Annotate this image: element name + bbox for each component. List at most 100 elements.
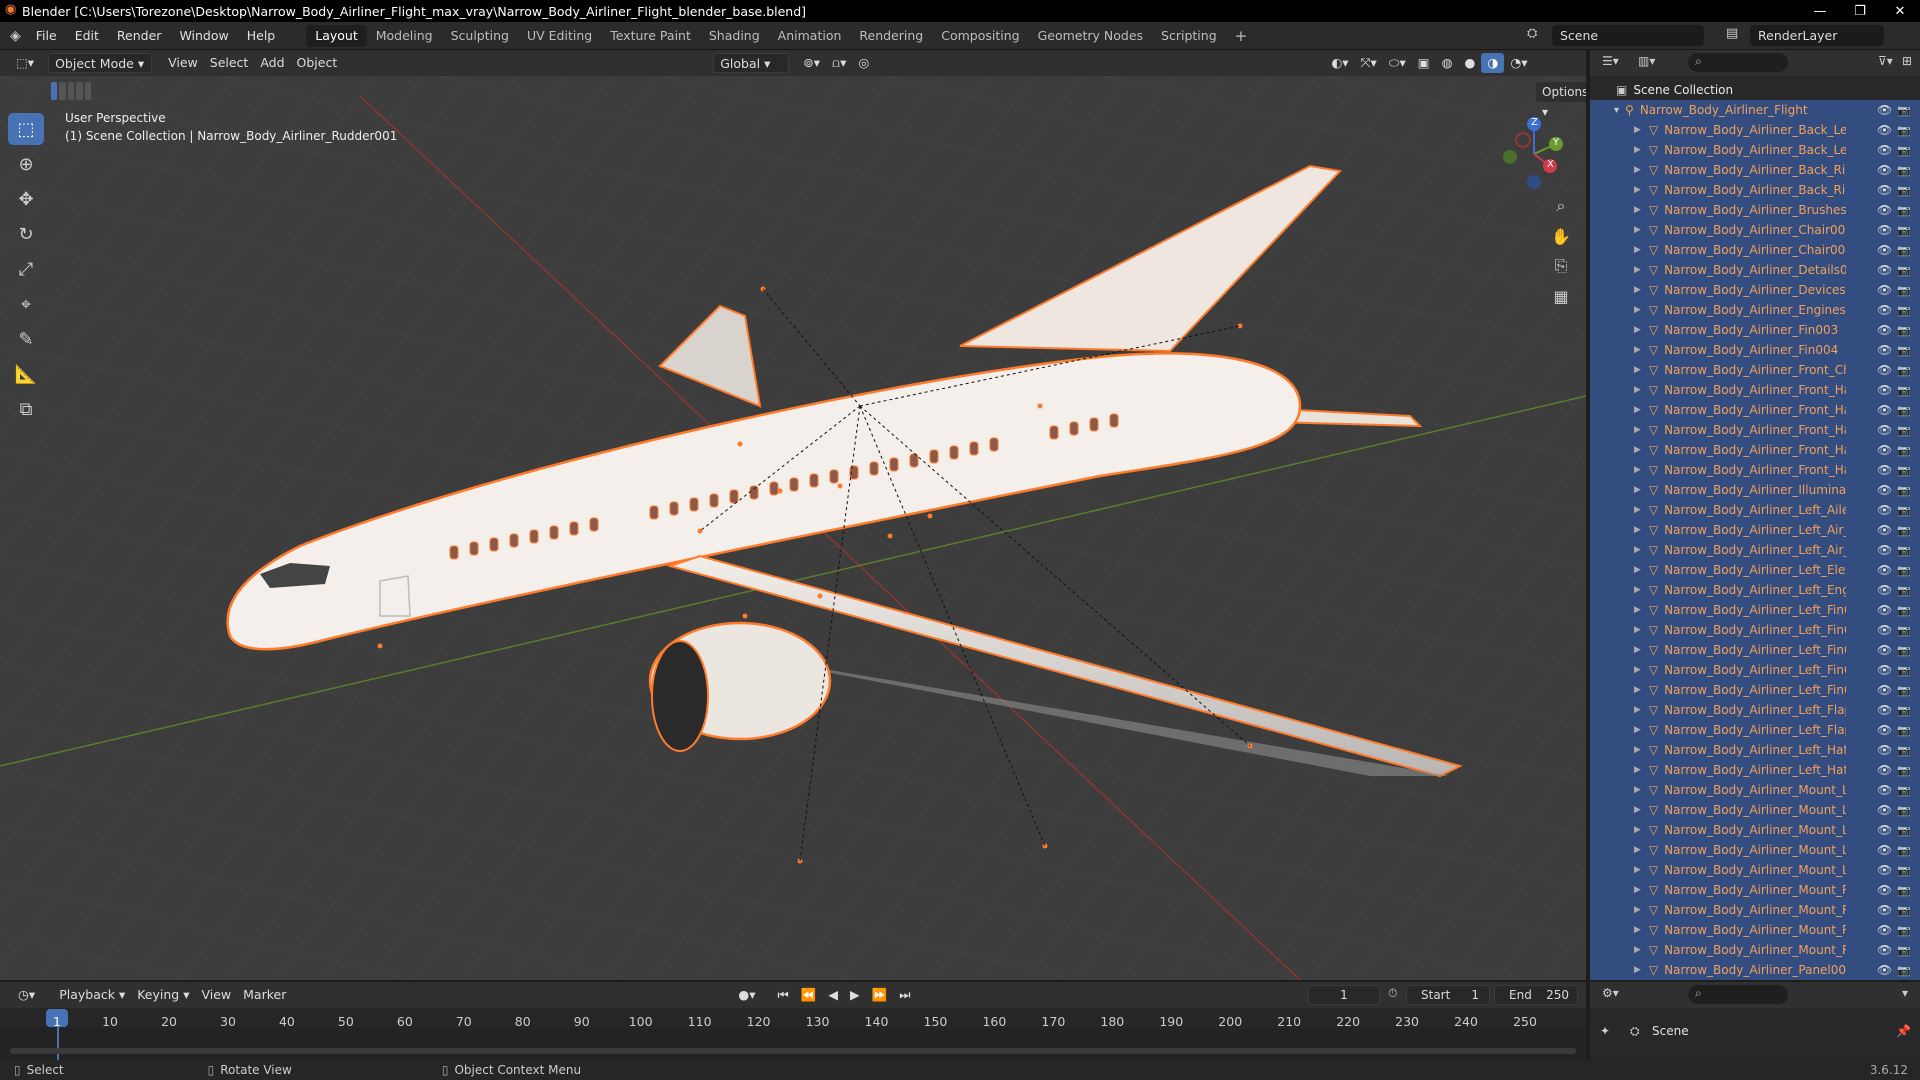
- menu-marker[interactable]: Marker: [237, 985, 292, 1005]
- menu-help[interactable]: Help: [238, 28, 285, 43]
- menu-add[interactable]: Add: [254, 53, 290, 73]
- expand-icon[interactable]: ▶: [1634, 425, 1641, 435]
- outliner-item[interactable]: ▶ ▽ Narrow_Body_Airliner_Left_Hatch0(👁 📷: [1590, 740, 1920, 760]
- select-invert-icon[interactable]: [76, 82, 83, 100]
- eye-icon[interactable]: 👁: [1877, 643, 1892, 657]
- expand-icon[interactable]: ▶: [1634, 865, 1641, 875]
- render-camera-icon[interactable]: 📷: [1897, 964, 1911, 977]
- menu-object[interactable]: Object: [291, 53, 344, 73]
- outliner-item[interactable]: ▶ ▽ Narrow_Body_Airliner_Front_Hatch(👁 📷: [1590, 400, 1920, 420]
- eye-icon[interactable]: 👁: [1877, 563, 1892, 577]
- next-keyframe-icon[interactable]: ⏩: [866, 985, 894, 1005]
- outliner-item[interactable]: ▶ ▽ Narrow_Body_Airliner_Front_Chassi 👁 📷: [1590, 360, 1920, 380]
- expand-icon[interactable]: ▶: [1634, 345, 1641, 355]
- eye-icon[interactable]: 👁: [1877, 163, 1892, 177]
- outliner-item[interactable]: ▶ ▽ Narrow_Body_Airliner_Fin003 👁 📷: [1590, 320, 1920, 340]
- outliner-item[interactable]: ▶ ▽ Narrow_Body_Airliner_Left_Air_Brak 👁 📷: [1590, 540, 1920, 560]
- render-camera-icon[interactable]: 📷: [1897, 604, 1911, 617]
- gizmo-icon[interactable]: ⤧▾: [1355, 53, 1383, 73]
- expand-icon[interactable]: ▶: [1634, 545, 1641, 555]
- render-camera-icon[interactable]: 📷: [1897, 224, 1911, 237]
- render-camera-icon[interactable]: 📷: [1897, 144, 1911, 157]
- stopwatch-icon[interactable]: ⏱: [1388, 986, 1397, 1001]
- expand-icon[interactable]: ▶: [1634, 805, 1641, 815]
- eye-icon[interactable]: 👁: [1877, 283, 1892, 297]
- eye-icon[interactable]: 👁: [1877, 443, 1892, 457]
- outliner[interactable]: ▣ Scene Collection ▾ ⚲ Narrow_Body_Airli…: [1590, 76, 1920, 980]
- render-camera-icon[interactable]: 📷: [1897, 464, 1911, 477]
- rotate-tool-icon[interactable]: ↻: [8, 218, 44, 250]
- outliner-item[interactable]: ▶ ▽ Narrow_Body_Airliner_Details001 👁 📷: [1590, 260, 1920, 280]
- timeline-scrollbar[interactable]: [10, 1048, 1576, 1054]
- render-camera-icon[interactable]: 📷: [1897, 804, 1911, 817]
- render-camera-icon[interactable]: 📷: [1897, 364, 1911, 377]
- menu-file[interactable]: File: [27, 28, 66, 43]
- orientation-dropdown[interactable]: Global ▾: [713, 53, 790, 73]
- eye-icon[interactable]: 👁: [1877, 683, 1892, 697]
- expand-icon[interactable]: ▶: [1634, 645, 1641, 655]
- proportional-edit-icon[interactable]: ◎: [852, 53, 875, 73]
- outliner-item[interactable]: ▶ ▽ Narrow_Body_Airliner_Left_Flaps00 👁 📷: [1590, 700, 1920, 720]
- expand-icon[interactable]: ▶: [1634, 245, 1641, 255]
- view-layer-field[interactable]: RenderLayer: [1750, 25, 1884, 46]
- zoom-icon[interactable]: ⌕: [1547, 192, 1575, 220]
- expand-icon[interactable]: ▶: [1634, 925, 1641, 935]
- menu-keying[interactable]: Keying ▾: [131, 985, 195, 1005]
- expand-icon[interactable]: ▶: [1634, 505, 1641, 515]
- render-camera-icon[interactable]: 📷: [1897, 444, 1911, 457]
- tab-rendering[interactable]: Rendering: [850, 25, 932, 47]
- visibility-icon[interactable]: ◐▾: [1325, 53, 1354, 73]
- render-camera-icon[interactable]: 📷: [1897, 784, 1911, 797]
- outliner-item[interactable]: ▶ ▽ Narrow_Body_Airliner_Devices001 👁 📷: [1590, 280, 1920, 300]
- menu-playback[interactable]: Playback ▾: [53, 985, 131, 1005]
- eye-icon[interactable]: 👁: [1877, 123, 1892, 137]
- select-extend-icon[interactable]: [59, 82, 66, 100]
- expand-icon[interactable]: ▶: [1634, 565, 1641, 575]
- render-camera-icon[interactable]: 📷: [1897, 744, 1911, 757]
- outliner-item[interactable]: ▶ ▽ Narrow_Body_Airliner_Chair004 👁 📷: [1590, 240, 1920, 260]
- render-camera-icon[interactable]: 📷: [1897, 864, 1911, 877]
- expand-icon[interactable]: ▶: [1634, 165, 1641, 175]
- eye-icon[interactable]: 👁: [1877, 223, 1892, 237]
- expand-icon[interactable]: ▶: [1634, 405, 1641, 415]
- eye-icon[interactable]: 👁: [1877, 203, 1892, 217]
- render-camera-icon[interactable]: 📷: [1897, 564, 1911, 577]
- solid-shading-icon[interactable]: ●: [1458, 53, 1481, 73]
- menu-edit[interactable]: Edit: [66, 28, 108, 43]
- eye-icon[interactable]: 👁: [1877, 103, 1892, 117]
- outliner-item[interactable]: ▶ ▽ Narrow_Body_Airliner_Back_Right_(👁 📷: [1590, 160, 1920, 180]
- expand-icon[interactable]: ▶: [1634, 905, 1641, 915]
- expand-icon[interactable]: ▶: [1634, 965, 1641, 975]
- tab-layout[interactable]: Layout: [306, 24, 367, 47]
- render-camera-icon[interactable]: 📷: [1897, 584, 1911, 597]
- render-camera-icon[interactable]: 📷: [1897, 184, 1911, 197]
- expand-icon[interactable]: ▶: [1634, 705, 1641, 715]
- restore-icon[interactable]: ❐: [1840, 0, 1880, 22]
- add-workspace-icon[interactable]: +: [1226, 25, 1257, 47]
- eye-icon[interactable]: 👁: [1877, 883, 1892, 897]
- eye-icon[interactable]: 👁: [1877, 943, 1892, 957]
- outliner-search-input[interactable]: ⌕: [1688, 53, 1788, 72]
- measure-tool-icon[interactable]: 📐: [8, 358, 44, 390]
- play-reverse-icon[interactable]: ◀: [822, 985, 844, 1005]
- transform-tool-icon[interactable]: ⌖: [8, 288, 44, 320]
- render-camera-icon[interactable]: 📷: [1897, 684, 1911, 697]
- render-camera-icon[interactable]: 📷: [1897, 484, 1911, 497]
- outliner-item[interactable]: ▶ ▽ Narrow_Body_Airliner_Back_Left_Cl 👁 📷: [1590, 120, 1920, 140]
- tab-scripting[interactable]: Scripting: [1152, 25, 1226, 47]
- eye-icon[interactable]: 👁: [1877, 803, 1892, 817]
- render-camera-icon[interactable]: 📷: [1897, 524, 1911, 537]
- expand-icon[interactable]: ▶: [1634, 725, 1641, 735]
- close-icon[interactable]: ✕: [1880, 0, 1920, 22]
- eye-icon[interactable]: 👁: [1877, 543, 1892, 557]
- expand-icon[interactable]: ▶: [1634, 385, 1641, 395]
- render-camera-icon[interactable]: 📷: [1897, 384, 1911, 397]
- properties-options-icon[interactable]: ▾: [1902, 986, 1908, 1000]
- outliner-item[interactable]: ▶ ▽ Narrow_Body_Airliner_Back_Left_Cl 👁 📷: [1590, 140, 1920, 160]
- render-camera-icon[interactable]: 📷: [1897, 924, 1911, 937]
- render-camera-icon[interactable]: 📷: [1897, 764, 1911, 777]
- scene-selector-icon[interactable]: ⛭: [1527, 26, 1537, 41]
- expand-icon[interactable]: ▶: [1634, 125, 1641, 135]
- render-camera-icon[interactable]: 📷: [1897, 124, 1911, 137]
- current-frame-field[interactable]: 1: [1308, 985, 1380, 1005]
